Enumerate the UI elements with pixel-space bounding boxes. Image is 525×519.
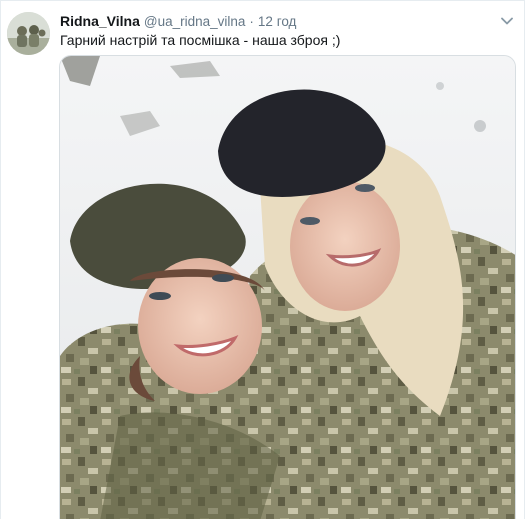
chevron-down-icon xyxy=(501,17,513,25)
author-avatar[interactable] xyxy=(7,12,50,55)
tweet-text: Гарний настрій та посмішка - наша зброя … xyxy=(60,32,341,48)
photo-two-smiling-women-in-camouflage-icon xyxy=(60,56,515,519)
tweet-timestamp[interactable]: 12 год xyxy=(258,14,296,29)
author-handle[interactable]: @ua_ridna_vilna xyxy=(144,14,246,29)
tweet-photo[interactable] xyxy=(59,55,516,519)
tweet-card[interactable]: Ridna_Vilna @ua_ridna_vilna · 12 год Гар… xyxy=(0,0,525,519)
tweet-menu-button[interactable] xyxy=(499,13,515,29)
author-display-name[interactable]: Ridna_Vilna xyxy=(60,13,140,29)
avatar-photo-icon xyxy=(7,12,50,55)
separator-dot: · xyxy=(249,14,254,29)
tweet-header: Ridna_Vilna @ua_ridna_vilna · 12 год xyxy=(60,13,296,31)
